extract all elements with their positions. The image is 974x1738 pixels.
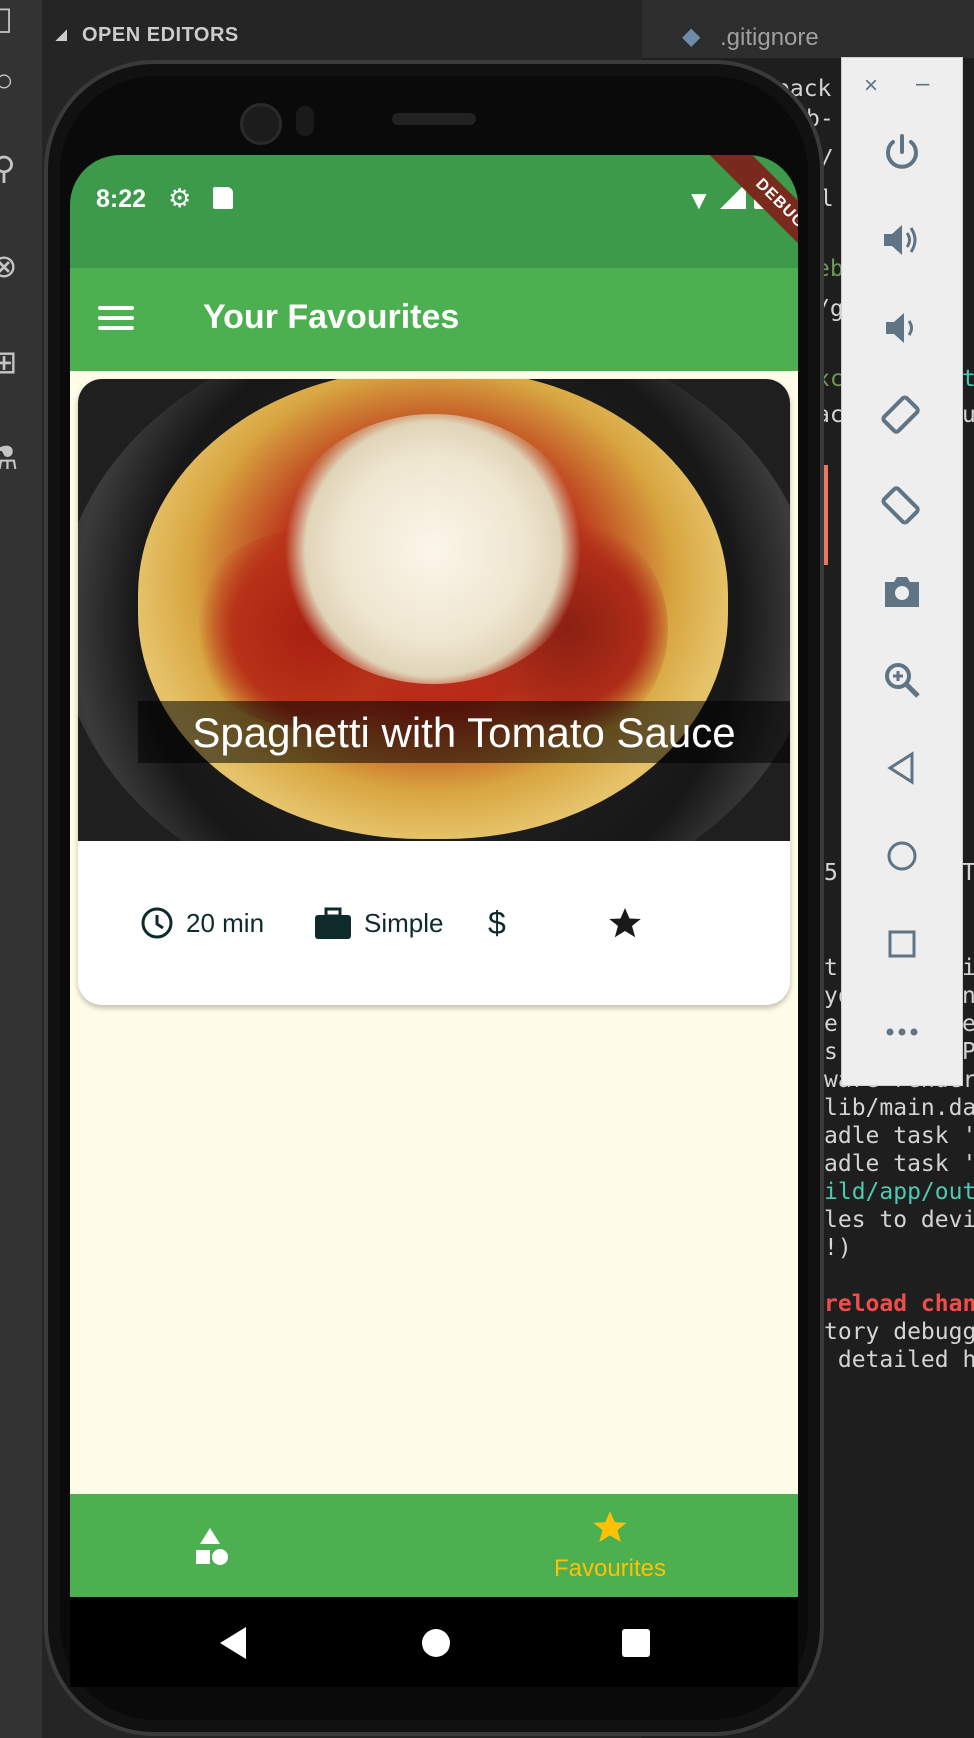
home-button[interactable] — [842, 826, 962, 886]
app-bar: Your Favourites — [70, 268, 798, 371]
activity-bar: ▯ ○ ⚲ ⊗ ⊞ ⚗ — [0, 0, 42, 1738]
meal-card[interactable]: Spaghetti with Tomato Sauce 20 min Simpl… — [78, 379, 790, 1005]
back-icon — [887, 751, 914, 785]
menu-button[interactable] — [98, 302, 136, 334]
power-button[interactable] — [842, 122, 962, 182]
category-icon — [196, 1528, 228, 1565]
meal-title: Spaghetti with Tomato Sauce — [192, 709, 736, 756]
status-time: 8:22 — [96, 185, 147, 213]
complexity-label: Simple — [364, 907, 444, 938]
code-line: t — [824, 955, 838, 981]
zoom-icon — [885, 663, 920, 698]
meal-info-row: 20 min Simple $ — [78, 841, 790, 1005]
earpiece-speaker — [392, 113, 476, 125]
open-editors-label: OPEN EDITORS — [82, 24, 239, 46]
wifi-icon: ▼ — [686, 185, 712, 215]
code-line: ild/app/out — [824, 1179, 974, 1205]
affordability-label: $ — [488, 904, 506, 941]
minimize-icon[interactable]: – — [916, 70, 929, 98]
rotate-left-button[interactable] — [842, 386, 962, 446]
overview-icon[interactable] — [622, 1629, 650, 1657]
star-icon — [609, 908, 641, 938]
favourites-label: Favourites — [553, 1555, 667, 1582]
more-button[interactable] — [842, 1002, 962, 1062]
editor-tab-bar: ◆ .gitignore — [642, 0, 974, 58]
code-line: lib/main.da — [824, 1095, 974, 1121]
favourites-list: Spaghetti with Tomato Sauce 20 min Simpl… — [70, 371, 798, 1494]
meal-complexity: Simple — [314, 901, 443, 945]
chevron-down-icon: ◢ — [56, 26, 67, 42]
tab-gitignore[interactable]: ◆ .gitignore — [642, 14, 880, 58]
source-control-icon[interactable]: ⚲ — [0, 150, 22, 186]
system-navigation-bar — [70, 1597, 798, 1687]
back-button[interactable] — [842, 738, 962, 798]
extensions-icon[interactable]: ⊞ — [0, 344, 22, 380]
overview-icon — [888, 930, 916, 958]
duration-label: 20 min — [186, 907, 265, 938]
bottom-navigation: Favourites — [70, 1494, 798, 1597]
code-line: reload chan — [824, 1291, 974, 1317]
overview-button[interactable] — [842, 914, 962, 974]
sd-card-icon — [213, 187, 233, 209]
phone-screen: 8:22 ⚙ ▼ DEBUG Your Favourites Spaghetti… — [70, 155, 798, 1687]
volume-up-button[interactable] — [842, 210, 962, 270]
code-line: e — [962, 1011, 974, 1037]
home-icon[interactable] — [422, 1629, 450, 1657]
rotate-right-icon — [881, 486, 920, 525]
power-icon — [886, 134, 918, 169]
code-line: e — [824, 1011, 838, 1037]
meal-image: Spaghetti with Tomato Sauce — [78, 379, 790, 841]
search-icon[interactable]: ○ — [0, 62, 22, 98]
tab-label: .gitignore — [720, 24, 819, 51]
favourite-toggle[interactable] — [606, 901, 644, 945]
settings-icon: ⚙ — [168, 183, 192, 213]
code-line: !) — [824, 1235, 852, 1261]
code-line: tory debugg — [824, 1319, 974, 1345]
back-icon[interactable] — [220, 1627, 246, 1659]
clock-icon — [141, 907, 173, 939]
tab-categories[interactable] — [180, 1520, 240, 1580]
home-icon — [887, 841, 917, 871]
open-editors-header[interactable]: ◢ OPEN EDITORS — [42, 18, 642, 58]
menu-icon — [98, 306, 134, 310]
code-line: n — [962, 983, 974, 1009]
more-icon — [886, 1028, 918, 1036]
code-line: i — [962, 955, 974, 981]
code-line: P — [962, 1039, 974, 1065]
screenshot-icon — [885, 577, 919, 607]
meal-title-overlay: Spaghetti with Tomato Sauce — [138, 701, 790, 763]
screenshot-button[interactable] — [842, 562, 962, 622]
tab-favourites[interactable]: Favourites — [520, 1508, 700, 1588]
volume-down-button[interactable] — [842, 298, 962, 358]
status-bar: 8:22 ⚙ ▼ DEBUG — [70, 155, 798, 279]
explorer-icon[interactable]: ▯ — [0, 0, 22, 36]
briefcase-icon — [315, 907, 351, 939]
front-camera — [240, 103, 282, 145]
rotate-right-button[interactable] — [842, 474, 962, 534]
code-line: adle task ' — [824, 1151, 974, 1177]
code-line: u — [962, 402, 974, 428]
page-title: Your Favourites — [203, 298, 460, 336]
emulator-toolbar: × – — [841, 57, 963, 1086]
star-icon — [593, 1511, 627, 1543]
code-line: les to devi — [824, 1207, 974, 1233]
meal-duration: 20 min — [140, 901, 264, 945]
zoom-button[interactable] — [842, 650, 962, 710]
proximity-sensor — [296, 106, 314, 136]
git-file-icon: ◆ — [682, 23, 701, 50]
meal-affordability: $ — [488, 901, 506, 945]
code-line: 5 — [824, 860, 838, 886]
volume-up-icon — [884, 225, 917, 255]
debug-banner: DEBUG — [705, 155, 798, 279]
rotate-left-icon — [881, 395, 920, 434]
code-line: T — [962, 860, 974, 886]
code-line: t — [962, 366, 974, 392]
code-line: adle task ' — [824, 1123, 974, 1149]
testing-icon[interactable]: ⚗ — [0, 440, 22, 476]
code-line: detailed h — [824, 1347, 974, 1373]
volume-down-icon — [886, 313, 913, 343]
debug-icon[interactable]: ⊗ — [0, 248, 22, 284]
close-icon[interactable]: × — [864, 72, 878, 100]
